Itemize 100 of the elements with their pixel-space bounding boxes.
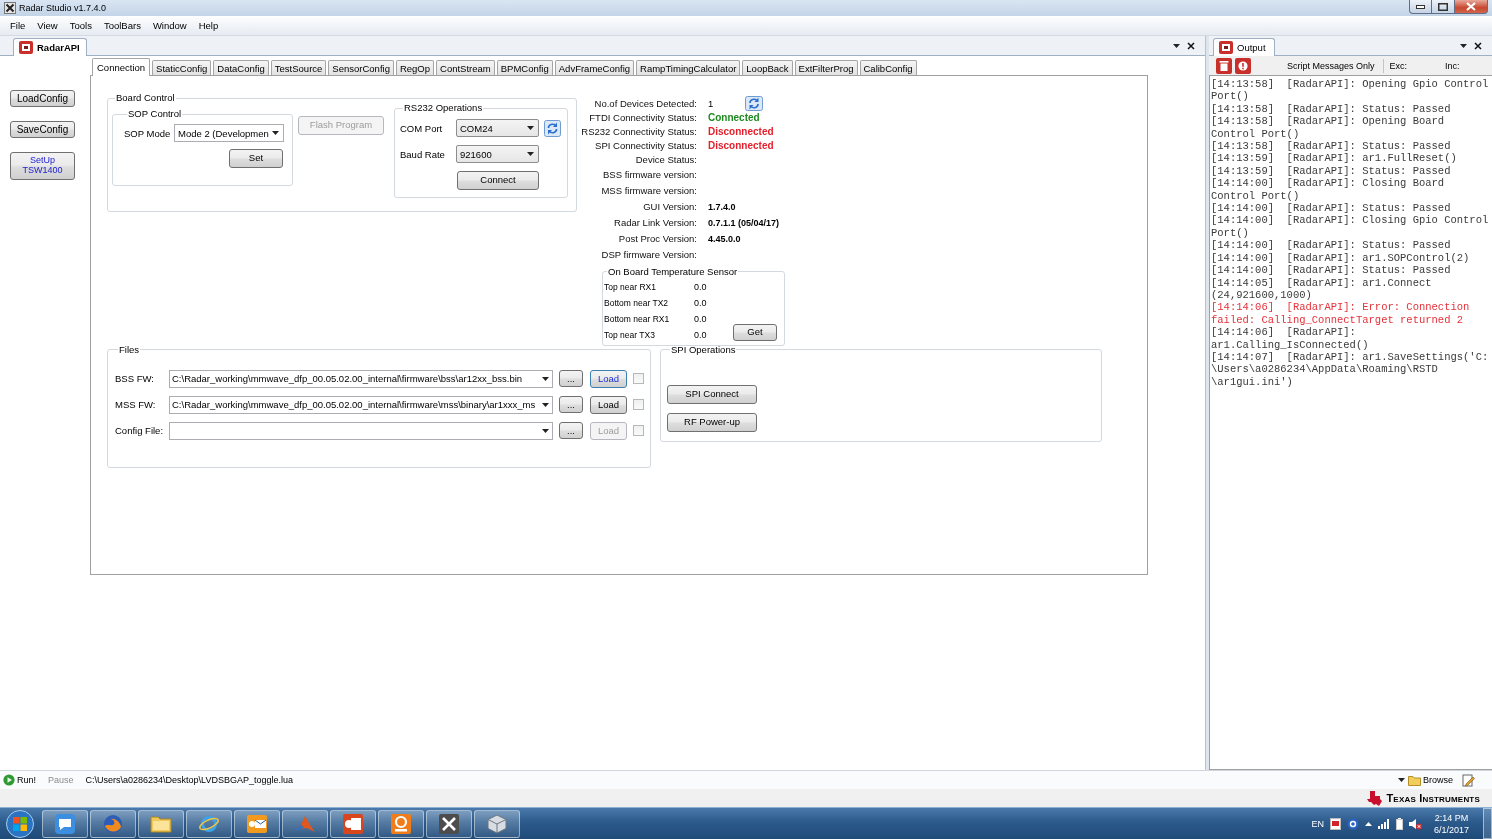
close-icon[interactable] xyxy=(1474,41,1482,50)
connect-button[interactable]: Connect xyxy=(457,171,539,190)
taskbar-button[interactable] xyxy=(42,809,88,838)
tab[interactable]: ExtFilterProg xyxy=(794,60,858,75)
caret-icon[interactable] xyxy=(1173,43,1180,48)
menu-item[interactable]: View xyxy=(31,18,64,33)
status-label: Device Status: xyxy=(634,154,697,166)
tab[interactable]: RegOp xyxy=(395,60,435,75)
tab[interactable]: CalibConfig xyxy=(859,60,917,75)
tab[interactable]: ContStream xyxy=(436,60,495,75)
browse-button[interactable]: ... xyxy=(559,422,583,440)
taskbar-button[interactable] xyxy=(90,809,136,838)
sensor-value: 0.0 xyxy=(694,297,708,308)
taskbar-button[interactable] xyxy=(138,809,184,838)
output-tab[interactable]: Output xyxy=(1213,38,1275,56)
tab[interactable]: SensorConfig xyxy=(328,60,394,75)
show-desktop-button[interactable] xyxy=(1483,808,1492,839)
dropdown[interactable]: COM24 xyxy=(456,119,539,137)
caret-icon[interactable] xyxy=(1398,778,1405,782)
browse-button[interactable]: Browse xyxy=(1408,774,1453,786)
trash-icon[interactable] xyxy=(1216,57,1232,74)
filter-button[interactable]: Script Messages Only xyxy=(1283,60,1379,71)
clock[interactable]: 2:14 PM 6/1/2017 xyxy=(1427,811,1475,836)
tab[interactable]: Connection xyxy=(92,58,151,76)
signal-icon[interactable] xyxy=(1377,818,1390,829)
tab[interactable]: TestSource xyxy=(270,60,327,75)
checkbox[interactable] xyxy=(633,399,644,411)
get-button[interactable]: Get xyxy=(733,323,777,341)
chevron-up-icon[interactable] xyxy=(1364,821,1372,826)
set-button[interactable]: Set xyxy=(229,149,283,168)
app-icon xyxy=(4,2,16,14)
sensor-value: 0.0 xyxy=(694,329,708,340)
taskbar-button[interactable] xyxy=(426,809,472,838)
maximize-icon xyxy=(1438,2,1448,11)
refresh-icon[interactable] xyxy=(544,119,561,137)
taskbar-button[interactable] xyxy=(186,809,232,838)
taskbar-button[interactable] xyxy=(330,809,376,838)
checkbox[interactable] xyxy=(633,373,644,385)
status-label: RS232 Connectivity Status: xyxy=(580,125,697,137)
document-icon[interactable] xyxy=(1329,817,1341,830)
load-button[interactable]: Load xyxy=(590,395,627,414)
caret-icon xyxy=(272,131,279,135)
folder-icon xyxy=(1408,774,1421,786)
note-pencil-icon[interactable] xyxy=(1462,773,1475,787)
taskbar-button[interactable] xyxy=(474,809,520,838)
tab[interactable]: DataConfig xyxy=(213,60,269,75)
file-path-dropdown[interactable]: C:\Radar_working\mmwave_dfp_00.05.02.00_internal\firmware\mss\binary\ar1xxx_ms xyxy=(169,395,553,414)
document-tab[interactable]: RadarAPI xyxy=(13,38,87,56)
log-entry: [14:14:00] [RadarAPI]: Status: Passed xyxy=(1211,239,1451,252)
tab[interactable]: BPMConfig xyxy=(496,60,553,75)
spi-action-button[interactable]: SPI Connect xyxy=(667,384,757,404)
status-value: 0.7.1.1 (05/04/17) xyxy=(708,217,780,228)
browse-button[interactable]: ... xyxy=(559,396,583,414)
group-title: Board Control xyxy=(115,92,176,104)
caret-icon xyxy=(542,428,549,433)
menu-item[interactable]: ToolBars xyxy=(97,18,147,33)
language-indicator[interactable]: EN xyxy=(1311,818,1324,829)
menu-item[interactable]: Tools xyxy=(63,18,98,33)
close-button[interactable] xyxy=(1455,0,1488,14)
side-button[interactable]: SetUp TSW1400 xyxy=(10,152,75,180)
tab[interactable]: AdvFrameConfig xyxy=(554,60,635,75)
run-button[interactable]: Run! xyxy=(3,774,36,786)
dropdown[interactable]: 921600 xyxy=(456,145,539,163)
tab[interactable]: StaticConfig xyxy=(152,60,212,75)
spi-action-button[interactable]: RF Power-up xyxy=(667,412,757,432)
taskbar-button[interactable] xyxy=(378,809,424,838)
browse-button[interactable]: ... xyxy=(559,370,583,388)
globe-icon xyxy=(102,812,124,835)
taskbar-button[interactable] xyxy=(234,809,280,838)
maximize-button[interactable] xyxy=(1432,0,1455,14)
side-button[interactable]: SaveConfig xyxy=(10,121,75,138)
taskbar-button[interactable] xyxy=(282,809,328,838)
caret-icon xyxy=(542,376,549,381)
checkbox[interactable] xyxy=(633,425,644,437)
close-icon xyxy=(1466,2,1476,11)
group-title: On Board Temperature Sensor xyxy=(607,265,739,278)
close-icon[interactable] xyxy=(1187,41,1195,50)
ring-tile-icon xyxy=(390,812,412,835)
tab[interactable]: RampTimingCalculator xyxy=(636,60,741,75)
refresh-icon[interactable] xyxy=(745,95,764,111)
side-button[interactable]: LoadConfig xyxy=(10,90,75,107)
file-path-dropdown[interactable]: C:\Radar_working\mmwave_dfp_00.05.02.00_internal\firmware\bss\ar12xx_bss.bin xyxy=(169,369,553,388)
tab[interactable]: LoopBack xyxy=(742,60,793,75)
mail-icon xyxy=(246,812,268,835)
log-entry: [14:13:59] [RadarAPI]: ar1.FullReset() xyxy=(1211,152,1457,165)
load-button[interactable]: Load xyxy=(590,369,627,388)
include-label: Inc: xyxy=(1445,60,1460,71)
menu-item[interactable]: File xyxy=(4,18,32,33)
ring-icon[interactable] xyxy=(1346,817,1359,830)
speaker-icon[interactable] xyxy=(1408,817,1422,830)
sensor-value: 0.0 xyxy=(694,281,708,292)
battery-icon[interactable] xyxy=(1395,817,1403,830)
menu-item[interactable]: Window xyxy=(146,18,193,33)
menu-item[interactable]: Help xyxy=(192,18,225,33)
alert-icon[interactable] xyxy=(1235,57,1251,74)
group-title: Files xyxy=(118,343,141,356)
start-icon[interactable] xyxy=(3,808,37,839)
caret-icon[interactable] xyxy=(1460,43,1467,48)
minimize-button[interactable] xyxy=(1409,0,1432,14)
sop-mode-dropdown[interactable]: Mode 2 (Developmen xyxy=(174,124,284,142)
